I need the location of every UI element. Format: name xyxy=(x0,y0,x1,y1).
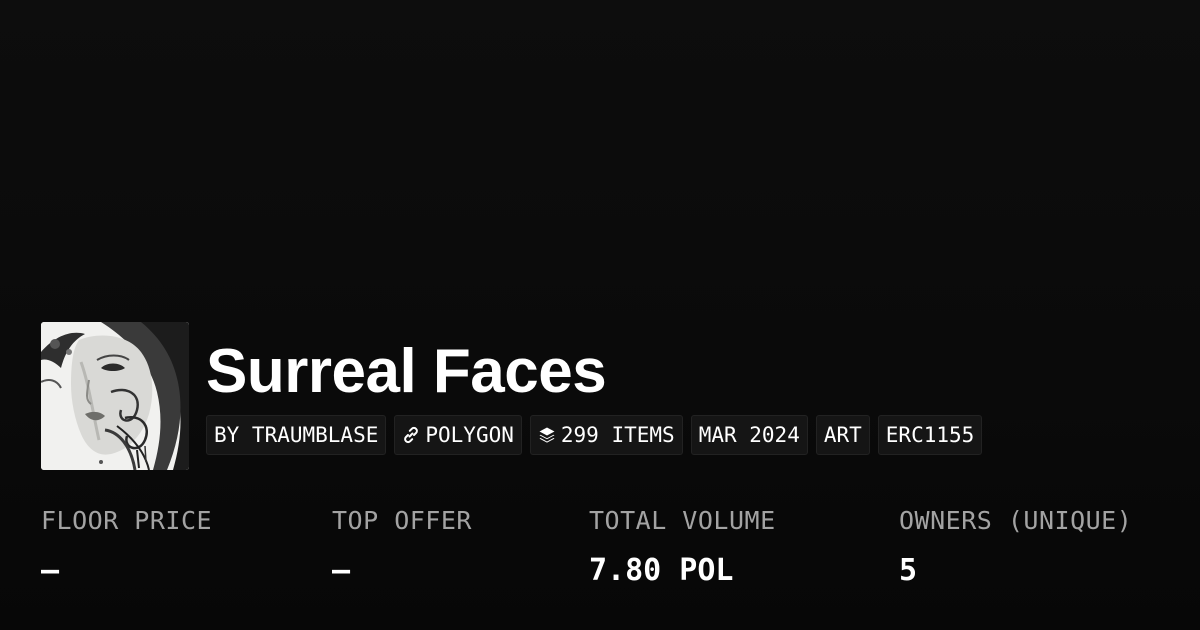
stat-top-offer-value: – xyxy=(332,553,351,588)
portrait-artwork-icon xyxy=(41,322,189,470)
stat-owners-value: 5 xyxy=(899,553,918,588)
layers-icon xyxy=(538,426,556,444)
tag-date-label: MAR 2024 xyxy=(698,423,800,447)
tag-creator-label: BY TRAUMBLASE xyxy=(214,423,379,447)
tag-chain[interactable]: POLYGON xyxy=(394,415,522,455)
stat-floor-price-value: – xyxy=(41,553,60,588)
tag-items[interactable]: 299 ITEMS xyxy=(529,415,683,455)
link-icon xyxy=(402,426,420,444)
stat-total-volume-label: TOTAL VOLUME xyxy=(589,506,776,535)
tag-items-label: 299 ITEMS xyxy=(560,423,675,447)
collection-avatar xyxy=(41,322,189,470)
tag-chain-label: POLYGON xyxy=(425,423,514,447)
tag-category-label: ART xyxy=(823,423,862,447)
stat-total-volume: TOTAL VOLUME 7.80 POL xyxy=(589,500,776,592)
stat-floor-price: FLOOR PRICE – xyxy=(41,500,212,592)
collection-tags: BY TRAUMBLASE POLYGON 299 ITEMS MAR 2024… xyxy=(206,415,983,455)
stat-top-offer: TOP OFFER – xyxy=(332,500,472,592)
stat-owners-label: OWNERS (UNIQUE) xyxy=(899,506,1133,535)
tag-standard[interactable]: ERC1155 xyxy=(877,415,983,455)
collection-card: Surreal Faces BY TRAUMBLASE POLYGON 299 … xyxy=(0,0,1200,630)
tag-date[interactable]: MAR 2024 xyxy=(690,415,808,455)
stat-floor-price-label: FLOOR PRICE xyxy=(41,506,213,535)
tag-creator[interactable]: BY TRAUMBLASE xyxy=(206,415,387,455)
collection-title: Surreal Faces xyxy=(206,337,607,406)
tag-standard-label: ERC1155 xyxy=(885,423,975,447)
stat-owners: OWNERS (UNIQUE) 5 xyxy=(899,500,1132,592)
stat-total-volume-value: 7.80 POL xyxy=(589,553,734,588)
stat-top-offer-label: TOP OFFER xyxy=(332,506,472,535)
tag-category[interactable]: ART xyxy=(815,415,870,455)
